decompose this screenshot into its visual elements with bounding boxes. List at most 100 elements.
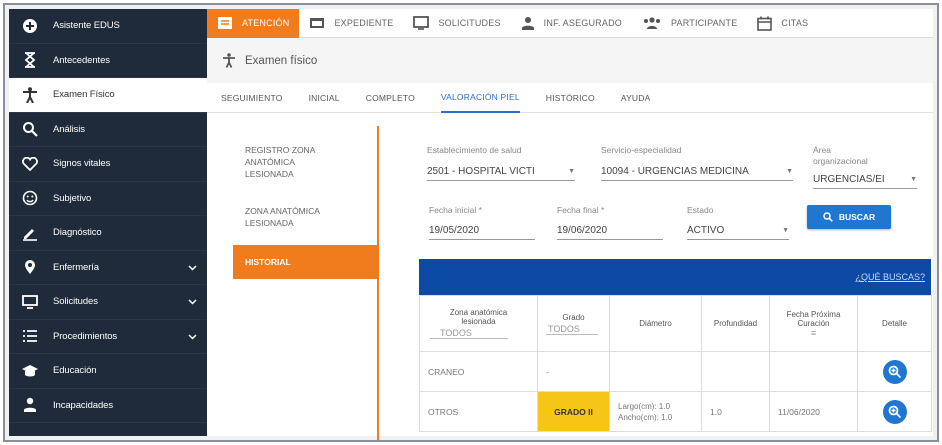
chevron-down-icon[interactable] — [188, 332, 197, 343]
fecha-final-input[interactable]: 19/06/2020 — [557, 222, 663, 240]
sidebar-item-label: Solicitudes — [53, 296, 98, 308]
col-fecha-label: Fecha Próxima Curación — [786, 309, 841, 328]
sidebar: Asistente EDUS Antecedentes Examen Físic… — [9, 9, 207, 436]
sidebar-item-diagnostico[interactable]: Diagnóstico — [9, 216, 207, 251]
menu-item-label: LESIONADA — [245, 169, 294, 179]
sidebar-item-examen-fisico[interactable]: Examen Físico — [9, 78, 207, 113]
ancho-value: Ancho(cm): 1.0 — [618, 412, 673, 422]
app-frame: Asistente EDUS Antecedentes Examen Físic… — [3, 3, 939, 442]
menu-item-label: ANATÓMICA — [245, 157, 295, 167]
subtab-inicial[interactable]: INICIAL — [309, 83, 340, 113]
subtab-seguimiento[interactable]: SEGUIMIENTO — [221, 83, 283, 113]
menu-item-zona-anatomica[interactable]: ZONA ANATÓMICA LESIONADA — [233, 205, 377, 229]
table-header-row: Zona anatómica lesionada TODOS Grado TOD… — [419, 295, 932, 352]
sidebar-item-incapacidades[interactable]: Incapacidades — [9, 389, 207, 423]
cell-grado: GRADO II — [537, 391, 610, 432]
col-fecha[interactable]: Fecha Próxima Curación≡ — [769, 295, 858, 352]
sidebar-item-procedimientos[interactable]: Procedimientos — [9, 320, 207, 354]
chevron-down-icon[interactable] — [188, 263, 197, 274]
buscar-label: BUSCAR — [838, 212, 876, 222]
sidebar-item-educacion[interactable]: Educación — [9, 354, 207, 389]
menu-item-label: HISTORIAL — [245, 257, 291, 267]
estado-select[interactable]: ACTIVO ▼ — [687, 222, 789, 240]
app-window: Asistente EDUS Antecedentes Examen Físic… — [9, 8, 933, 440]
table-row: CRANEO - — [419, 351, 932, 392]
grado-filter-input[interactable]: TODOS — [546, 324, 598, 335]
sidebar-item-subjetivo[interactable]: Subjetivo — [9, 182, 207, 216]
menu-item-label: REGISTRO ZONA — [245, 145, 316, 155]
tab-inf-asegurado[interactable]: INF. ASEGURADO — [511, 9, 632, 38]
zoom-in-icon[interactable] — [882, 399, 907, 424]
sidebar-item-analisis[interactable]: Análisis — [9, 113, 207, 147]
chevron-down-icon[interactable] — [188, 297, 197, 308]
breadcrumb: Examen físico — [207, 38, 933, 83]
col-detalle: Detalle — [857, 295, 932, 352]
person-icon — [21, 86, 39, 104]
area-field: Área organizacional URGENCIAS/EI ▼ — [813, 145, 917, 189]
subtab-historico[interactable]: HISTÓRICO — [546, 83, 595, 113]
field-label: Fecha inicial * — [429, 205, 482, 215]
establecimiento-select[interactable]: 2501 - HOSPITAL VICTI ▼ — [427, 163, 575, 181]
sidebar-item-label: Antecedentes — [53, 54, 110, 66]
subtab-ayuda[interactable]: AYUDA — [621, 83, 651, 113]
select-value: 10094 - URGENCIAS MEDICINA — [601, 166, 749, 177]
tab-solicitudes[interactable]: SOLICITUDES — [403, 9, 510, 38]
cell-fecha — [769, 351, 858, 392]
menu-item-historial[interactable]: HISTORIAL — [233, 245, 377, 279]
caret-down-icon: ▼ — [568, 168, 575, 175]
sidebar-item-label: Asistente EDUS — [53, 20, 120, 32]
estado-field: Estado ACTIVO ▼ — [687, 205, 789, 240]
person-icon — [223, 53, 235, 68]
menu-item-label: ZONA ANATÓMICA — [245, 206, 320, 216]
sidebar-item-asistente[interactable]: Asistente EDUS — [9, 9, 207, 44]
field-label: Área — [813, 145, 831, 155]
subtab-completo[interactable]: COMPLETO — [366, 83, 415, 113]
col-grado-label: Grado — [562, 312, 585, 322]
tab-expediente[interactable]: EXPEDIENTE — [299, 9, 403, 38]
menu-item-registro-zona[interactable]: REGISTRO ZONA ANATÓMICA LESIONADA — [233, 144, 377, 180]
col-zona: Zona anatómica lesionada TODOS — [419, 295, 538, 352]
folder-icon — [309, 16, 325, 30]
sidebar-item-solicitudes[interactable]: Solicitudes — [9, 285, 207, 320]
tab-label: EXPEDIENTE — [334, 18, 394, 28]
tab-participante[interactable]: PARTICIPANTE — [632, 9, 747, 38]
select-value: 2501 - HOSPITAL VICTI — [427, 166, 535, 177]
sidebar-item-label: Incapacidades — [53, 399, 113, 411]
calendar-icon — [757, 16, 773, 31]
user-icon — [521, 16, 535, 31]
servicio-select[interactable]: 10094 - URGENCIAS MEDICINA ▼ — [601, 163, 793, 181]
hourglass-icon — [21, 51, 39, 69]
cell-diametro: Largo(cm): 1.0 Ancho(cm): 1.0 — [609, 391, 702, 432]
col-profundidad: Profundidad — [701, 295, 770, 352]
largo-value: Largo(cm): 1.0 — [618, 401, 671, 411]
area-select[interactable]: URGENCIAS/EI ▼ — [813, 171, 917, 189]
group-icon — [642, 16, 662, 30]
col-diametro: Diámetro — [609, 295, 702, 352]
tab-citas[interactable]: CITAS — [747, 9, 818, 38]
smiley-icon — [21, 189, 39, 207]
sidebar-item-enfermeria[interactable]: Enfermería — [9, 251, 207, 285]
field-label: Fecha final * — [557, 205, 605, 215]
tab-atencion[interactable]: ATENCIÓN — [207, 8, 300, 38]
table-header-banner: ¿QUÉ BUSCAS? — [419, 259, 931, 295]
sidebar-item-antecedentes[interactable]: Antecedentes — [9, 44, 207, 78]
sidebar-item-signos-vitales[interactable]: Signos vitales — [9, 147, 207, 182]
tab-label: ATENCIÓN — [242, 18, 290, 28]
cell-diametro — [609, 351, 702, 392]
historial-table: Zona anatómica lesionada TODOS Grado TOD… — [419, 295, 932, 432]
cell-profundidad — [701, 351, 770, 392]
caret-down-icon: ▼ — [910, 176, 917, 183]
menu-item-label: LESIONADA — [245, 218, 294, 228]
fecha-final-field: Fecha final * 19/06/2020 — [557, 205, 663, 240]
fecha-inicial-input[interactable]: 19/05/2020 — [429, 222, 535, 240]
zoom-in-icon[interactable] — [882, 359, 907, 384]
search-icon — [823, 212, 833, 222]
cell-zona: OTROS — [419, 391, 538, 432]
subtab-valoracion-piel[interactable]: VALORACIÓN PIEL — [440, 83, 520, 113]
buscar-button[interactable]: BUSCAR — [807, 205, 891, 229]
filter-icon[interactable]: ≡ — [811, 328, 816, 338]
input-value: 19/05/2020 — [429, 225, 480, 236]
subtabs: SEGUIMIENTO INICIAL COMPLETO VALORACIÓN … — [207, 83, 933, 113]
help-link[interactable]: ¿QUÉ BUSCAS? — [855, 272, 925, 282]
zona-filter-input[interactable]: TODOS — [430, 328, 508, 339]
